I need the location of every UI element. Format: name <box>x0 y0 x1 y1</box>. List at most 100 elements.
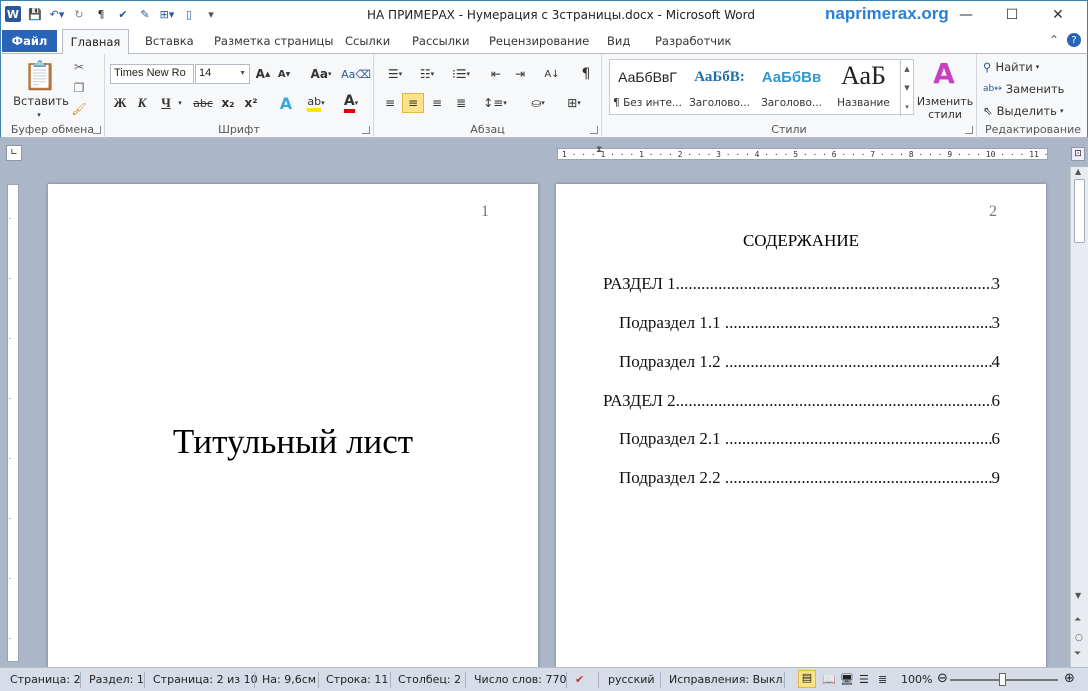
status-page-of[interactable]: Страница: 2 из 10 <box>153 673 258 686</box>
font-launcher-icon[interactable] <box>362 126 370 134</box>
paragraph-marks-icon[interactable]: ¶ <box>93 6 109 22</box>
browse-object-icon[interactable]: ○ <box>1075 633 1083 643</box>
line-spacing-icon[interactable]: ↕≡ ▾ <box>482 94 508 112</box>
zoom-in-icon[interactable]: ⊕ <box>1064 671 1075 686</box>
toc-entry[interactable]: РАЗДЕЛ 1................................… <box>603 274 1000 294</box>
toc-entry[interactable]: Подраздел 2.2 ..........................… <box>619 468 1000 488</box>
full-screen-reading-icon[interactable]: 📖 <box>822 673 836 686</box>
paste-button[interactable]: Вставить <box>11 94 71 108</box>
subscript-button[interactable]: x₂ <box>218 94 238 112</box>
numbering-icon[interactable]: ☷ ▾ <box>414 65 440 83</box>
align-center-icon[interactable]: ≡ <box>402 93 424 113</box>
status-position[interactable]: На: 9,6см <box>262 673 316 686</box>
style-heading-1[interactable]: АаБбВ: Заголово... <box>684 61 755 114</box>
multilevel-list-icon[interactable]: ⁝☰ ▾ <box>448 65 474 83</box>
status-word-count[interactable]: Число слов: 770 <box>474 673 567 686</box>
decrease-indent-icon[interactable]: ⇤ <box>486 65 506 83</box>
tab-developer[interactable]: Разработчик <box>655 32 732 50</box>
zoom-out-icon[interactable]: ⊖ <box>937 671 948 686</box>
highlight-color-icon[interactable]: ab ▾ <box>303 94 329 112</box>
format-painter-qat-icon[interactable]: ✎ <box>137 6 153 22</box>
text-effects-icon[interactable]: A <box>275 94 297 113</box>
paragraph-launcher-icon[interactable] <box>590 126 598 134</box>
style-heading-2[interactable]: АаБбВв Заголово... <box>756 61 827 114</box>
minimize-button[interactable]: — <box>943 1 989 29</box>
shrink-font-icon[interactable]: A ▼ <box>275 65 293 83</box>
font-name-combo[interactable]: Times New Ro <box>110 64 194 84</box>
bullets-icon[interactable]: ☰ ▾ <box>382 65 408 83</box>
change-styles-icon[interactable]: A <box>927 57 961 90</box>
web-layout-icon[interactable]: 🖥 <box>840 673 854 686</box>
page-1[interactable]: 1 Титульный лист <box>48 184 538 674</box>
status-page[interactable]: Страница: 2 <box>10 673 81 686</box>
toc-entry[interactable]: Подраздел 1.1 ..........................… <box>619 313 1000 333</box>
find-button[interactable]: ⚲ Найти ▾ <box>983 58 1083 76</box>
status-line[interactable]: Строка: 11 <box>326 673 388 686</box>
sort-icon[interactable]: A↓ <box>542 65 562 83</box>
horizontal-ruler[interactable]: ⧗ 1 · · · 1 · · · 1 · · · 2 · · · 3 · · … <box>557 145 1048 160</box>
align-right-icon[interactable]: ≡ <box>427 94 447 112</box>
format-painter-icon[interactable]: 🖌 <box>70 100 88 118</box>
scroll-down-icon[interactable]: ▼ <box>1075 591 1081 600</box>
increase-indent-icon[interactable]: ⇥ <box>510 65 530 83</box>
vertical-ruler[interactable]: · · · · · · · · <box>7 184 19 662</box>
page-2[interactable]: 2 СОДЕРЖАНИЕ РАЗДЕЛ 1...................… <box>556 184 1046 674</box>
style-no-spacing[interactable]: АаБбВвГ ¶ Без инте... <box>612 61 683 114</box>
table-icon[interactable]: ⊞▾ <box>159 6 175 22</box>
outline-icon[interactable]: ☰ <box>859 673 869 686</box>
toc-entry[interactable]: РАЗДЕЛ 2................................… <box>603 391 1000 411</box>
scroll-up-icon[interactable]: ▲ <box>1075 167 1081 176</box>
shading-icon[interactable]: ⛀ ▾ <box>524 94 552 112</box>
paste-icon[interactable]: 📋 <box>23 58 58 92</box>
grow-font-icon[interactable]: A ▲ <box>254 65 272 83</box>
spelling-icon[interactable]: ✔ <box>115 6 131 22</box>
close-button[interactable]: ✕ <box>1035 1 1081 29</box>
view-ruler-icon[interactable]: ⊡ <box>1071 147 1085 161</box>
font-color-icon[interactable]: A ▾ <box>338 93 364 113</box>
proofing-icon[interactable]: ✔ <box>575 673 584 686</box>
chevron-down-icon[interactable]: ▼ <box>904 84 909 92</box>
redo-icon[interactable]: ↻ <box>71 6 87 22</box>
word-logo-icon[interactable]: W <box>5 6 21 22</box>
clipboard-launcher-icon[interactable] <box>93 126 101 134</box>
change-case-button[interactable]: Аа ▾ <box>307 65 335 83</box>
tab-view[interactable]: Вид <box>607 32 630 50</box>
toc-entry[interactable]: Подраздел 1.2 ..........................… <box>619 352 1000 372</box>
print-layout-icon[interactable]: ▤ <box>798 670 816 688</box>
maximize-button[interactable]: ☐ <box>989 1 1035 29</box>
previous-page-icon[interactable]: ⏶ <box>1074 615 1081 625</box>
styles-gallery-scroll[interactable]: ▲ ▼ ▾ <box>900 60 913 116</box>
paste-dropdown-icon[interactable]: ▾ <box>29 110 49 120</box>
undo-icon[interactable]: ↶▾ <box>49 6 65 22</box>
new-document-icon[interactable]: ▯ <box>181 6 197 22</box>
zoom-level[interactable]: 100% <box>901 673 932 686</box>
zoom-slider-thumb[interactable] <box>999 673 1006 686</box>
tab-page-layout[interactable]: Разметка страницы <box>214 32 333 50</box>
underline-dropdown-icon[interactable]: ▾ <box>175 94 185 112</box>
status-section[interactable]: Раздел: 1 <box>89 673 144 686</box>
help-icon[interactable]: ? <box>1067 33 1081 47</box>
tab-selector-icon[interactable]: ∟ <box>6 145 22 161</box>
status-language[interactable]: русский <box>608 673 655 686</box>
tab-mailings[interactable]: Рассылки <box>412 32 469 50</box>
tab-file[interactable]: Файл <box>2 30 57 52</box>
status-column[interactable]: Столбец: 2 <box>398 673 461 686</box>
toc-entry[interactable]: Подраздел 2.1 ..........................… <box>619 429 1000 449</box>
justify-icon[interactable]: ≣ <box>451 94 471 112</box>
scrollbar-thumb[interactable] <box>1074 179 1085 243</box>
save-icon[interactable]: 💾 <box>27 6 43 22</box>
copy-icon[interactable]: ❐ <box>70 79 88 97</box>
underline-button[interactable]: Ч <box>157 94 175 112</box>
font-size-combo[interactable]: 14 ▼ <box>195 64 250 84</box>
style-title[interactable]: АаБ Название <box>828 61 899 114</box>
italic-button[interactable]: К <box>133 94 151 112</box>
borders-icon[interactable]: ⊞ ▾ <box>560 94 588 112</box>
tab-insert[interactable]: Вставка <box>145 32 194 50</box>
clear-formatting-icon[interactable]: Aa⌫ <box>341 65 371 83</box>
minimize-ribbon-icon[interactable]: ⌃ <box>1049 33 1059 47</box>
replace-button[interactable]: ab↔ Заменить <box>983 80 1083 98</box>
select-button[interactable]: ⇖ Выделить ▾ <box>983 102 1083 120</box>
strikethrough-button[interactable]: abc <box>191 94 215 112</box>
show-marks-icon[interactable]: ¶ <box>576 65 596 83</box>
superscript-button[interactable]: x² <box>241 94 261 112</box>
